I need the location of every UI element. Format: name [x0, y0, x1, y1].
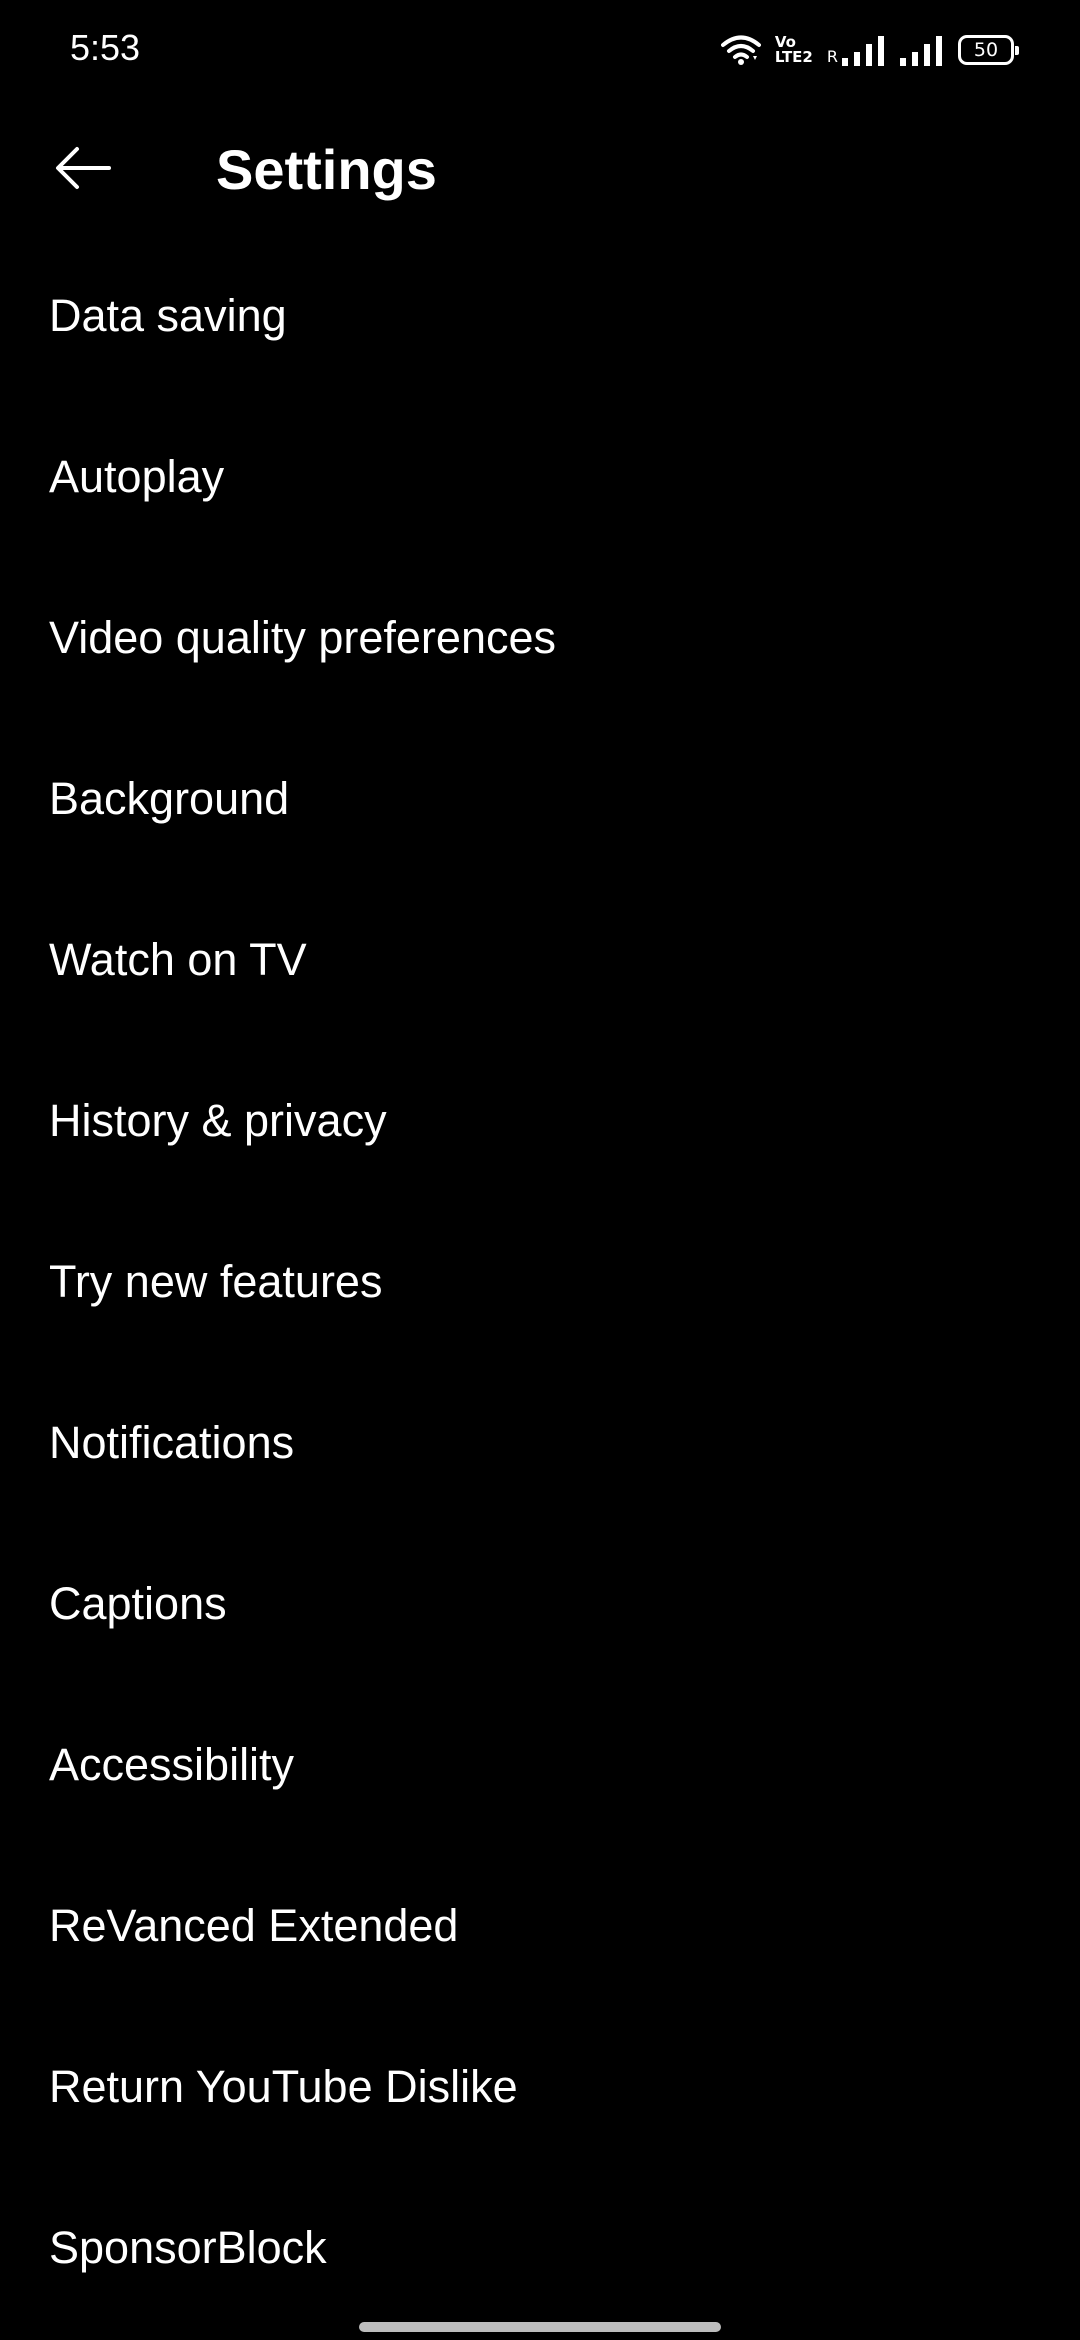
settings-item-revanced-extended[interactable]: ReVanced Extended	[0, 1845, 1080, 2006]
settings-item-label: Data saving	[49, 289, 287, 341]
settings-item-video-quality[interactable]: Video quality preferences	[0, 557, 1080, 718]
settings-item-label: SponsorBlock	[49, 2221, 327, 2273]
settings-item-label: Watch on TV	[49, 933, 307, 985]
settings-item-notifications[interactable]: Notifications	[0, 1362, 1080, 1523]
roaming-indicator: R	[826, 47, 838, 66]
settings-item-background[interactable]: Background	[0, 718, 1080, 879]
battery-icon: 50	[958, 35, 1019, 65]
page-title: Settings	[216, 138, 437, 201]
settings-item-label: Captions	[49, 1577, 227, 1629]
back-button[interactable]	[40, 132, 126, 208]
settings-item-captions[interactable]: Captions	[0, 1523, 1080, 1684]
settings-item-label: Background	[49, 772, 290, 824]
gesture-bar[interactable]	[359, 2322, 721, 2332]
arrow-left-icon	[55, 146, 111, 195]
settings-item-watch-on-tv[interactable]: Watch on TV	[0, 879, 1080, 1040]
settings-item-try-new-features[interactable]: Try new features	[0, 1201, 1080, 1362]
settings-item-label: Try new features	[49, 1255, 383, 1307]
settings-item-label: Return YouTube Dislike	[49, 2060, 518, 2112]
settings-item-label: History & privacy	[49, 1094, 387, 1146]
volte-bottom-label: LTE2	[774, 48, 813, 66]
volte-icon: Vo LTE2	[775, 35, 813, 65]
settings-item-label: ReVanced Extended	[49, 1899, 459, 1951]
settings-list: Data saving Autoplay Video quality prefe…	[0, 235, 1080, 2328]
settings-item-history-privacy[interactable]: History & privacy	[0, 1040, 1080, 1201]
signal-icon	[900, 34, 944, 66]
settings-item-label: Notifications	[49, 1416, 295, 1468]
settings-item-accessibility[interactable]: Accessibility	[0, 1684, 1080, 1845]
settings-item-label: Accessibility	[49, 1738, 295, 1790]
settings-item-label: Video quality preferences	[49, 611, 556, 663]
settings-item-return-youtube-dislike[interactable]: Return YouTube Dislike	[0, 2006, 1080, 2167]
settings-item-autoplay[interactable]: Autoplay	[0, 396, 1080, 557]
status-time: 5:53	[70, 27, 141, 68]
battery-level: 50	[973, 39, 999, 61]
status-icons: Vo LTE2 R 50	[720, 28, 1019, 72]
settings-item-sponsorblock[interactable]: SponsorBlock	[0, 2167, 1080, 2328]
app-bar: Settings	[0, 110, 1080, 230]
wifi-icon	[720, 34, 761, 66]
signal-icon: R	[827, 34, 886, 66]
settings-item-label: Autoplay	[49, 450, 225, 502]
settings-item-data-saving[interactable]: Data saving	[0, 235, 1080, 396]
status-bar: 5:53 Vo LTE2 R 50	[0, 0, 1080, 96]
